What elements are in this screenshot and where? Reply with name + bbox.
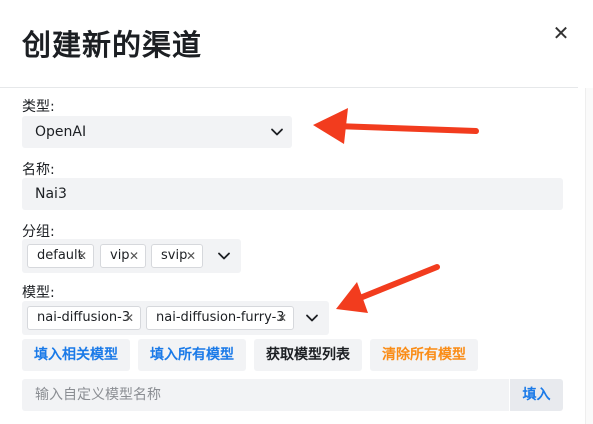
model-label: 模型: bbox=[22, 285, 55, 301]
close-button[interactable]: ✕ bbox=[550, 22, 572, 44]
dialog-header: 创建新的渠道 ✕ bbox=[0, 0, 593, 88]
fill-all-models-button[interactable]: 填入所有模型 bbox=[138, 339, 246, 371]
name-label: 名称: bbox=[22, 162, 55, 178]
group-tag-svip: svip ✕ bbox=[151, 244, 203, 268]
red-arrow-icon bbox=[336, 264, 440, 313]
fill-custom-model-button[interactable]: 填入 bbox=[510, 379, 563, 411]
type-select[interactable]: OpenAI bbox=[22, 116, 292, 148]
model-tag-nai-diffusion-furry-3: nai-diffusion-furry-3 ✕ bbox=[146, 306, 294, 330]
close-icon: ✕ bbox=[552, 21, 570, 45]
header-divider bbox=[0, 87, 578, 88]
close-icon[interactable]: ✕ bbox=[186, 245, 196, 267]
group-tag-default: default ✕ bbox=[27, 244, 94, 268]
dialog-title: 创建新的渠道 bbox=[22, 28, 203, 62]
create-channel-dialog: 创建新的渠道 ✕ 类型: OpenAI 名称: Nai3 分组: default… bbox=[0, 0, 593, 424]
fetch-model-list-button[interactable]: 获取模型列表 bbox=[254, 339, 362, 371]
fill-related-models-button[interactable]: 填入相关模型 bbox=[22, 339, 130, 371]
type-select-value: OpenAI bbox=[35, 124, 87, 140]
red-arrow-icon bbox=[313, 108, 479, 144]
chevron-down-icon bbox=[271, 128, 283, 136]
name-input[interactable]: Nai3 bbox=[22, 178, 563, 210]
group-label: 分组: bbox=[22, 224, 55, 240]
chevron-down-icon bbox=[306, 314, 318, 322]
model-tag-nai-diffusion-3: nai-diffusion-3 ✕ bbox=[27, 306, 141, 330]
group-tag-vip: vip ✕ bbox=[100, 244, 146, 268]
chevron-down-icon bbox=[218, 252, 230, 260]
type-label: 类型: bbox=[22, 99, 55, 115]
model-multiselect[interactable]: nai-diffusion-3 ✕ nai-diffusion-furry-3 … bbox=[22, 301, 329, 335]
custom-model-input[interactable] bbox=[22, 379, 509, 411]
close-icon[interactable]: ✕ bbox=[129, 245, 139, 267]
scrollbar[interactable] bbox=[585, 88, 593, 424]
clear-all-models-button[interactable]: 清除所有模型 bbox=[370, 339, 478, 371]
close-icon[interactable]: ✕ bbox=[124, 307, 134, 329]
group-multiselect[interactable]: default ✕ vip ✕ svip ✕ bbox=[22, 239, 241, 273]
close-icon[interactable]: ✕ bbox=[77, 245, 87, 267]
close-icon[interactable]: ✕ bbox=[277, 307, 287, 329]
name-input-value: Nai3 bbox=[35, 186, 67, 202]
